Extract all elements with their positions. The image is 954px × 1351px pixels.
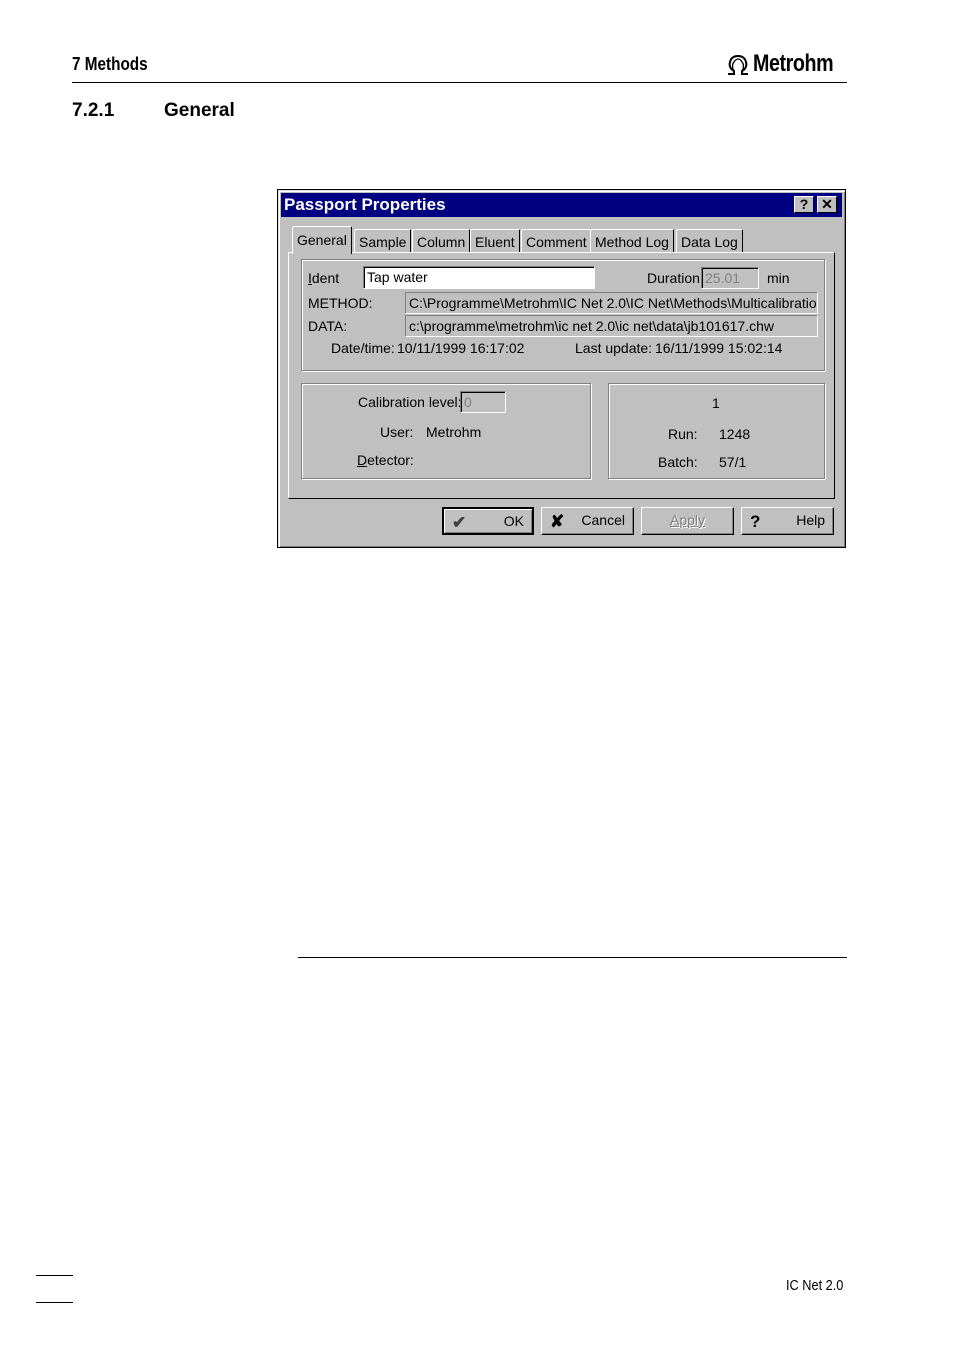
logo-text: Metrohm [753, 50, 834, 77]
footer-mark-top [36, 1275, 73, 1276]
counter-value: 1 [712, 395, 720, 411]
user-value: Metrohm [426, 424, 482, 440]
close-icon[interactable]: ✕ [817, 196, 837, 213]
help-icon[interactable]: ? [794, 196, 814, 213]
apply-label: Apply [669, 512, 706, 528]
calibration-level-field: 0 [460, 391, 506, 413]
detector-label: Detector: [357, 452, 414, 468]
ident-label: Ident [308, 270, 340, 286]
apply-button[interactable]: Apply [641, 507, 734, 535]
duration-unit: min [767, 270, 790, 286]
omega-logo-icon [728, 54, 748, 75]
data-label: DATA: [308, 318, 348, 334]
content-divider [298, 957, 847, 958]
datetime-label: Date/time: [331, 340, 395, 356]
question-icon: ? [750, 512, 761, 531]
datetime-value: 10/11/1999 16:17:02 [397, 340, 525, 356]
footer-product: IC Net 2.0 [786, 1277, 844, 1294]
duration-field: 25.01 [701, 267, 759, 289]
metrohm-logo: Metrohm [725, 50, 851, 78]
dialog-title: Passport Properties [284, 195, 446, 214]
method-path-field: C:\Programme\Metrohm\IC Net 2.0\IC Net\M… [405, 292, 818, 314]
tab-sample[interactable]: Sample [354, 229, 412, 253]
batch-value: 57/1 [719, 454, 747, 470]
tab-column[interactable]: Column [412, 229, 471, 253]
section-title: General [164, 100, 235, 121]
help-button[interactable]: ? Help [741, 507, 834, 535]
section-number: 7.2.1 [72, 100, 115, 121]
user-label: User: [380, 424, 414, 440]
data-path-field: c:\programme\metrohm\ic net 2.0\ic net\d… [405, 315, 818, 337]
ok-button[interactable]: ✔ OK [442, 507, 534, 535]
run-value: 1248 [719, 426, 751, 442]
method-label: METHOD: [308, 295, 373, 311]
ident-input[interactable]: Tap water [363, 266, 595, 289]
tab-method-log[interactable]: Method Log [590, 229, 674, 253]
calibration-label: Calibration level: [358, 394, 462, 410]
duration-label: Duration: [647, 270, 704, 286]
run-label: Run: [668, 426, 698, 442]
dialog-titlebar: Passport Properties ? ✕ [281, 193, 842, 217]
batch-label: Batch: [658, 454, 698, 470]
footer-mark-bottom [36, 1302, 73, 1303]
tab-general[interactable]: General [292, 226, 352, 254]
cross-icon: ✘ [550, 512, 565, 531]
checkmark-icon: ✔ [452, 513, 467, 532]
cancel-button[interactable]: ✘ Cancel [541, 507, 634, 535]
tab-eluent[interactable]: Eluent [470, 229, 520, 253]
header-divider [72, 82, 847, 83]
tab-comment[interactable]: Comment [521, 229, 592, 253]
last-update-label: Last update: [575, 340, 653, 356]
tab-data-log[interactable]: Data Log [676, 229, 743, 253]
chapter-heading: 7 Methods [72, 54, 148, 74]
last-update-value: 16/11/1999 15:02:14 [655, 340, 783, 356]
